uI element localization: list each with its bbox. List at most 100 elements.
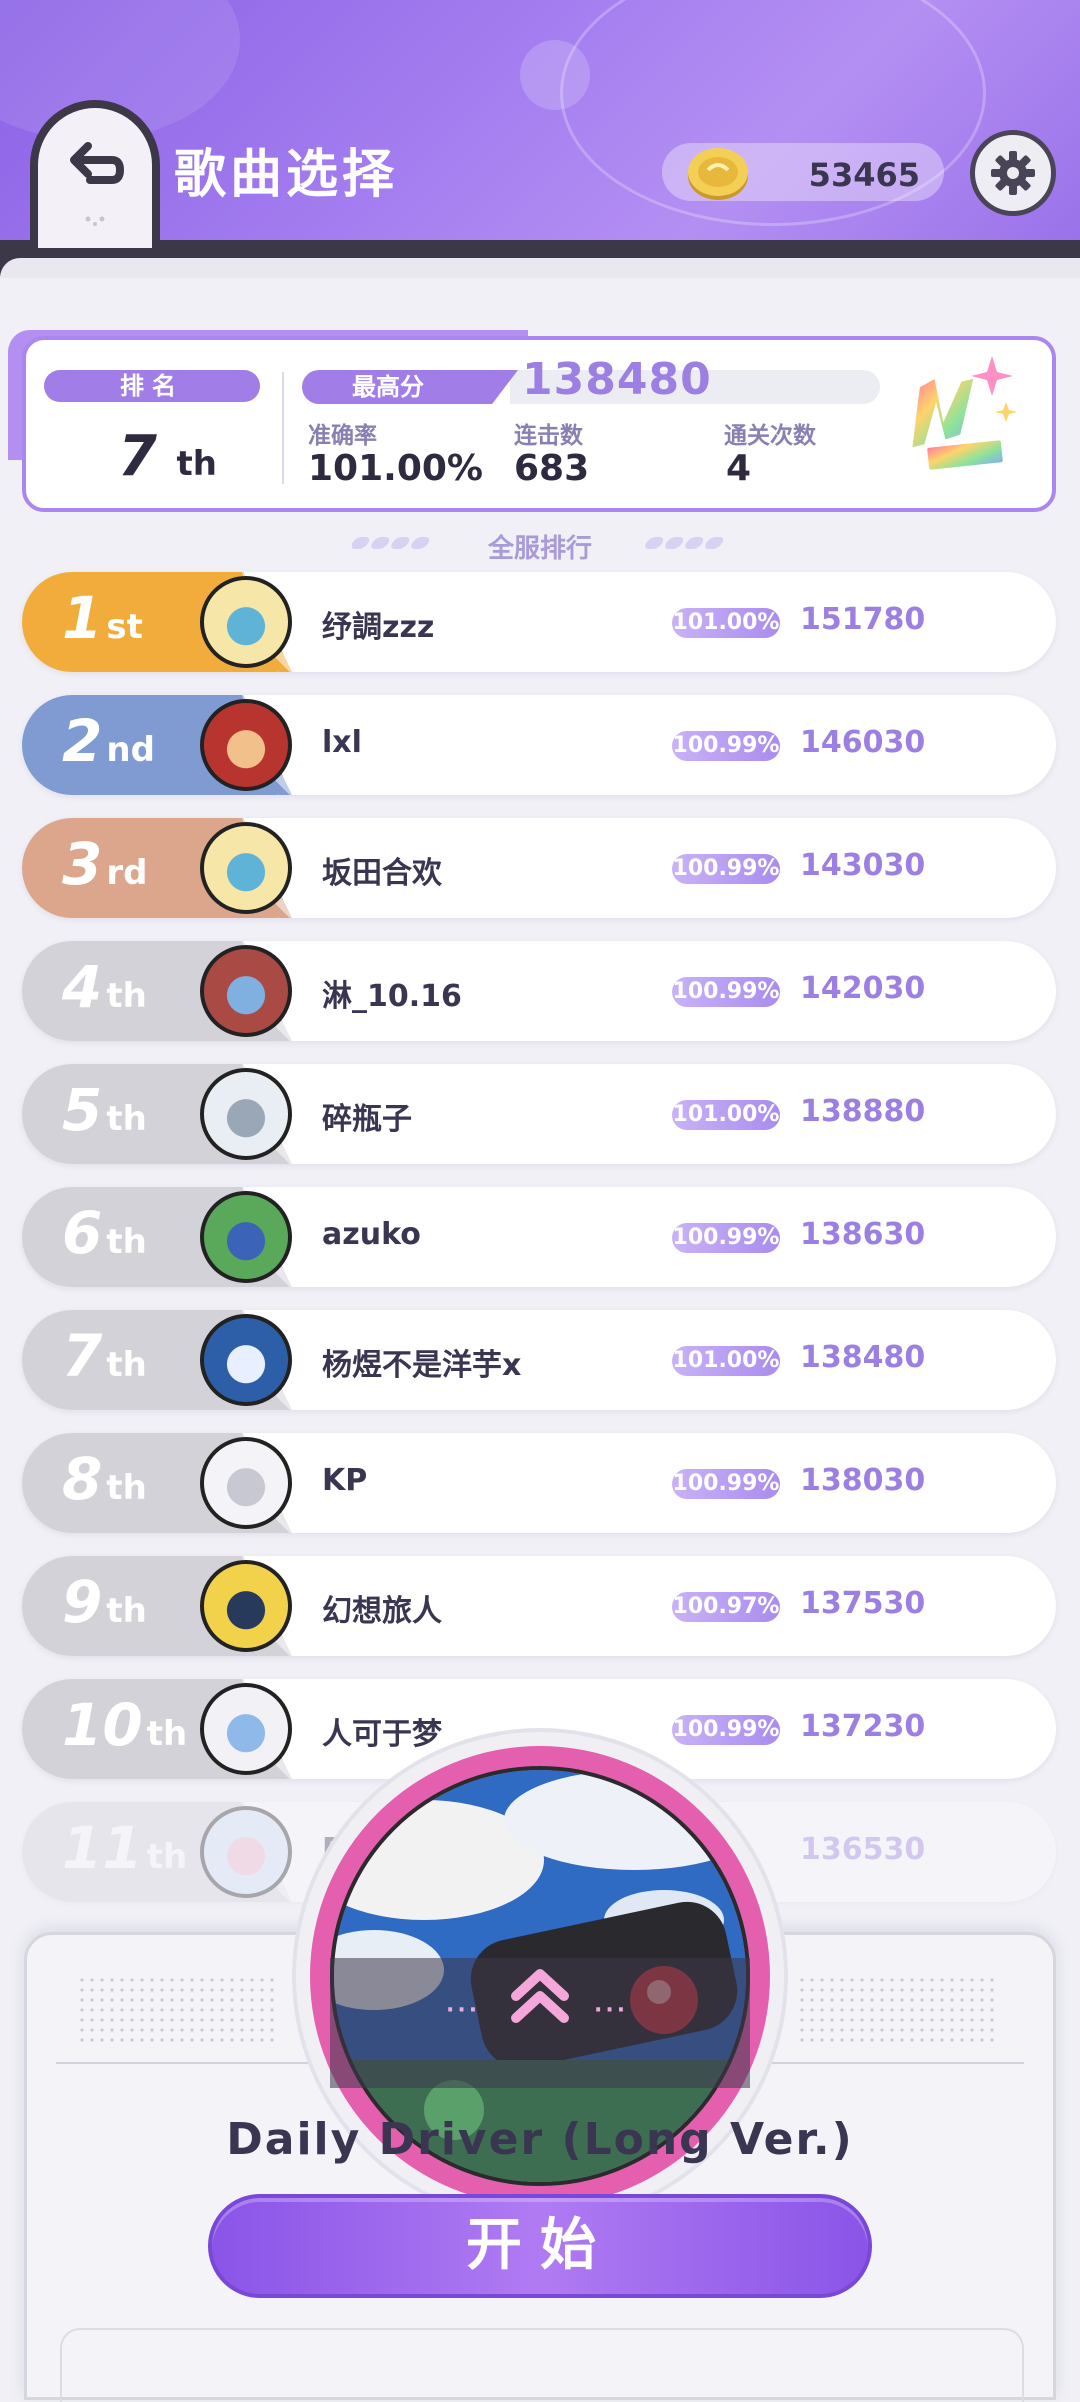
accuracy-badge: 100.99%	[672, 1469, 780, 1499]
avatar[interactable]	[200, 1191, 292, 1283]
accuracy-badge: 101.00%	[672, 1346, 780, 1376]
rank-suffix: th	[106, 976, 147, 1016]
page-title: 歌曲选择	[174, 145, 399, 205]
rank-suffix: th	[146, 1837, 188, 1877]
accuracy-badge: 100.99%	[672, 1715, 780, 1745]
header-decoration	[520, 40, 590, 110]
header	[0, 0, 1080, 240]
player-score: 136530	[800, 1832, 926, 1867]
rank-text: 11th	[62, 1814, 187, 1882]
settings-button[interactable]	[970, 130, 1056, 216]
leaderboard-row[interactable]: 4th 淋_10.16 100.99% 142030	[22, 941, 1056, 1041]
player-score: 137530	[800, 1586, 926, 1621]
rank-suffix: th	[106, 1222, 147, 1262]
accuracy-badge: 101.00%	[672, 1100, 780, 1130]
accuracy-label: 准确率	[308, 423, 377, 449]
rank-text: 8th	[62, 1445, 147, 1513]
song-title: Daily Driver (Long Ver.)	[226, 2114, 854, 2165]
rank-suffix: st	[106, 607, 143, 647]
avatar[interactable]	[200, 945, 292, 1037]
rank-text: 3rd	[62, 830, 147, 898]
rank-text: 7th	[62, 1322, 147, 1390]
player-score: 146030	[800, 725, 926, 760]
combo-value: 683	[514, 448, 590, 489]
avatar[interactable]	[200, 1314, 292, 1406]
coin-value: 53465	[808, 156, 920, 194]
leaderboard-row[interactable]: 3rd 坂田合欢 100.99% 143030	[22, 818, 1056, 918]
card-divider	[282, 372, 284, 484]
gear-icon	[991, 151, 1035, 195]
leaderboard-row[interactable]: 8th KP 100.99% 138030	[22, 1433, 1056, 1533]
rank-suffix: th	[106, 1468, 147, 1508]
rank-text: 2nd	[62, 707, 155, 775]
leaderboard-row[interactable]: 9th 幻想旅人 100.97% 137530	[22, 1556, 1056, 1656]
avatar[interactable]	[200, 1806, 292, 1898]
player-score: 151780	[800, 602, 926, 637]
player-name: lxl	[322, 725, 362, 760]
content-top-edge	[0, 258, 1080, 278]
my-rank-suffix: th	[176, 444, 217, 484]
rank-suffix: th	[106, 1591, 147, 1631]
rank-suffix: th	[106, 1345, 147, 1385]
leaderboard-row[interactable]: 1st 纾調zzz 101.00% 151780	[22, 572, 1056, 672]
avatar[interactable]	[200, 1068, 292, 1160]
clears-value: 4	[726, 448, 752, 489]
player-name: azuko	[322, 1217, 421, 1252]
grade-badge-icon	[907, 356, 1017, 474]
leaderboard-row[interactable]: 6th azuko 100.99% 138630	[22, 1187, 1056, 1287]
player-name: 杨煜不是洋芋x	[322, 1348, 522, 1383]
my-rank-number: 7	[118, 424, 157, 489]
avatar[interactable]	[200, 1437, 292, 1529]
double-chevron-up-icon[interactable]	[506, 1962, 574, 2026]
panel-lower-frame	[60, 2328, 1024, 2402]
avatar[interactable]	[200, 699, 292, 791]
leaderboard-row[interactable]: 7th 杨煜不是洋芋x 101.00% 138480	[22, 1310, 1056, 1410]
accuracy-badge: 100.99%	[672, 731, 780, 761]
player-score: 138630	[800, 1217, 926, 1252]
player-name: 坂田合欢	[322, 856, 442, 891]
dots-decoration: ···	[594, 1998, 629, 2023]
combo-label: 连击数	[514, 423, 583, 449]
avatar[interactable]	[200, 1560, 292, 1652]
rank-text: 9th	[62, 1568, 147, 1636]
rank-number: 1	[62, 584, 103, 652]
rank-number: 11	[62, 1814, 143, 1882]
player-name: 碎瓶子	[322, 1102, 412, 1137]
avatar[interactable]	[200, 1683, 292, 1775]
accuracy-value: 101.00%	[308, 448, 483, 489]
dot-pattern	[797, 1975, 997, 2045]
accuracy-badge: 100.99%	[672, 977, 780, 1007]
rank-number: 9	[62, 1568, 103, 1636]
rank-suffix: nd	[106, 730, 155, 770]
best-score-label: 最高分	[302, 370, 518, 404]
start-button[interactable]: 开始	[208, 2194, 872, 2298]
leaderboard-row[interactable]: 5th 碎瓶子 101.00% 138880	[22, 1064, 1056, 1164]
back-button[interactable]	[38, 108, 152, 248]
face-dots-icon	[85, 216, 105, 226]
avatar[interactable]	[200, 576, 292, 668]
accuracy-badge: 100.99%	[672, 1223, 780, 1253]
rank-text: 5th	[62, 1076, 147, 1144]
player-name: 幻想旅人	[322, 1594, 442, 1629]
stripes-decoration	[645, 537, 724, 549]
accuracy-badge: 100.97%	[672, 1592, 780, 1622]
player-score: 138480	[800, 1340, 926, 1375]
rank-number: 2	[62, 707, 103, 775]
rank-number: 5	[62, 1076, 103, 1144]
coin-icon	[688, 148, 748, 200]
rank-number: 8	[62, 1445, 103, 1513]
player-score: 138030	[800, 1463, 926, 1498]
player-score: 138880	[800, 1094, 926, 1129]
rank-number: 6	[62, 1199, 103, 1267]
clears-label: 通关次数	[724, 423, 816, 449]
leaderboard-row[interactable]: 2nd lxl 100.99% 146030	[22, 695, 1056, 795]
my-rank: 7 th	[118, 424, 217, 489]
best-score-value: 138480	[522, 354, 712, 405]
rank-text: 4th	[62, 953, 147, 1021]
rank-number: 10	[62, 1691, 143, 1759]
rank-suffix: th	[106, 1099, 147, 1139]
player-name: 纾調zzz	[322, 610, 435, 645]
rank-number: 3	[62, 830, 103, 898]
accuracy-badge: 100.99%	[672, 854, 780, 884]
avatar[interactable]	[200, 822, 292, 914]
